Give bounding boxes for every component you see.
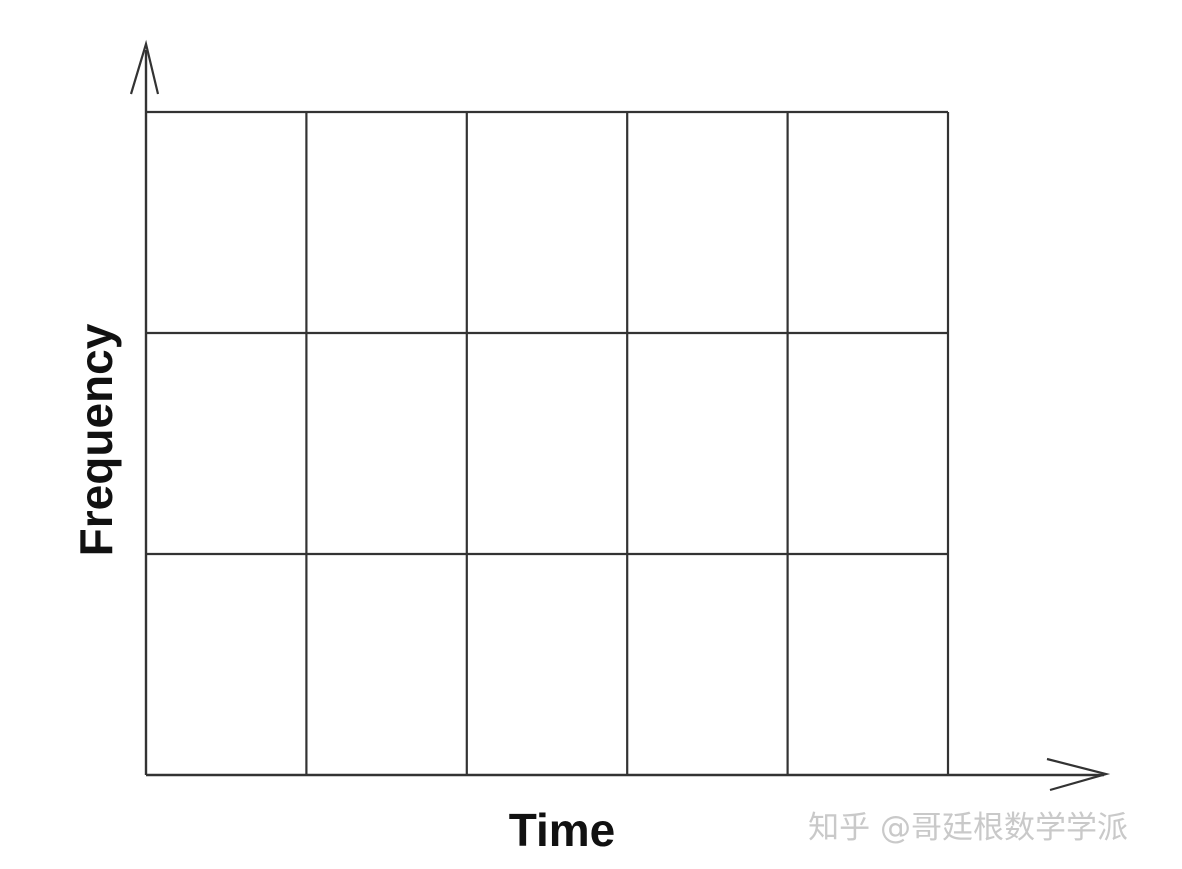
time-frequency-diagram: Time Frequency 知乎 @哥廷根数学学派 bbox=[0, 0, 1182, 869]
x-axis-label: Time bbox=[509, 804, 616, 856]
grid-layer bbox=[144, 50, 1104, 777]
y-axis-label: Frequency bbox=[70, 323, 122, 556]
y-axis-arrowhead bbox=[129, 39, 160, 95]
grid-diagram-canvas: Time Frequency 知乎 @哥廷根数学学派 bbox=[70, 39, 1128, 856]
watermark-text: 知乎 @哥廷根数学学派 bbox=[808, 810, 1128, 846]
